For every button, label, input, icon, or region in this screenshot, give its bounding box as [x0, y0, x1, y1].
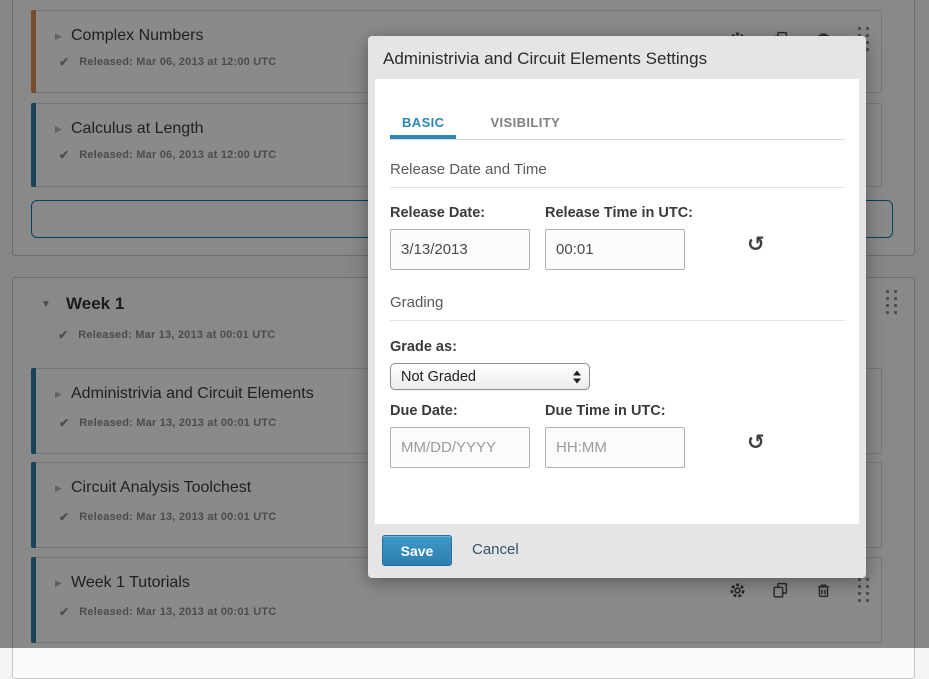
- grading-section-heading: Grading: [390, 294, 845, 321]
- due-time-input[interactable]: [545, 427, 685, 468]
- save-button[interactable]: Save: [382, 535, 452, 566]
- due-date-input[interactable]: [390, 427, 530, 468]
- due-time-label: Due Time in UTC:: [545, 403, 700, 419]
- modal-title: Administrivia and Circuit Elements Setti…: [368, 36, 866, 69]
- modal-tabs: BASIC VISIBILITY: [390, 115, 845, 140]
- release-date-label: Release Date:: [390, 205, 545, 221]
- grade-as-label: Grade as:: [390, 339, 845, 355]
- due-date-label: Due Date:: [390, 403, 545, 419]
- tab-visibility[interactable]: VISIBILITY: [478, 115, 572, 139]
- release-date-input[interactable]: [390, 229, 530, 270]
- grade-as-value: Not Graded: [401, 369, 476, 385]
- release-time-input[interactable]: [545, 229, 685, 270]
- select-arrows-icon: [573, 370, 581, 383]
- tab-basic[interactable]: BASIC: [390, 115, 456, 139]
- settings-modal: Administrivia and Circuit Elements Setti…: [368, 36, 866, 578]
- reset-due-icon[interactable]: ↺: [747, 432, 765, 453]
- grade-as-select[interactable]: Not Graded: [390, 363, 590, 390]
- modal-footer: Save Cancel: [368, 524, 866, 578]
- modal-body: BASIC VISIBILITY Release Date and Time R…: [375, 79, 859, 524]
- release-time-label: Release Time in UTC:: [545, 205, 700, 221]
- cancel-link[interactable]: Cancel: [472, 541, 519, 558]
- release-section-heading: Release Date and Time: [390, 161, 845, 188]
- reset-release-icon[interactable]: ↺: [747, 234, 765, 255]
